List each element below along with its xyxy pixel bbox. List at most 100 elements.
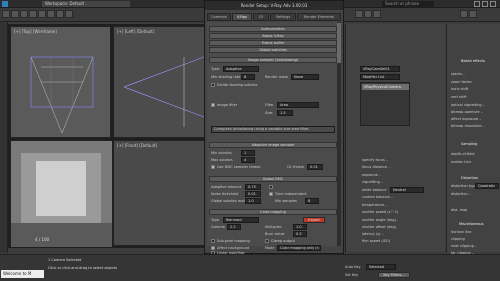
render-setup-icon[interactable] [355,10,363,18]
front-viewport[interactable]: [+] [Front] [Default] [113,140,207,246]
bokeh-header[interactable]: Bokeh effects [461,59,485,63]
filter-size-label: Size: [265,111,274,115]
image-filter-checkbox[interactable] [211,103,215,107]
cm-type-label: Type [211,218,220,222]
tab-settings[interactable]: Settings [270,13,296,21]
render-icon[interactable] [373,10,381,18]
clr-thresh-field[interactable]: 0.01 [307,164,323,170]
lock-icon[interactable] [269,185,273,189]
multiplier-field[interactable]: 1.0 [293,224,307,230]
rollout-color-mapping[interactable]: Color mapping [209,209,337,215]
object-name-field[interactable]: VRayCamSel01 [360,66,400,72]
modifier-list-dropdown[interactable]: Modifier List [360,74,400,80]
set-key-label[interactable]: Set Key [345,273,358,277]
distortion-type-dropdown[interactable]: Quadratic [475,183,499,189]
param-label: white balance [362,188,387,192]
left-viewport[interactable]: [+] [Left] [Default] [113,26,207,138]
param-label: horiz shift [451,87,469,91]
misc-header[interactable]: Miscellaneous [459,222,484,226]
filter-size-field[interactable]: 1.5 [277,110,293,116]
app-logo-icon[interactable] [2,1,8,7]
min-samples-field[interactable]: 8 [305,198,319,204]
side-wireframe [123,56,205,127]
time-independent-checkbox[interactable] [269,192,273,196]
render-mask-dropdown[interactable]: None [291,74,319,80]
global-subdivs-field[interactable]: 1.0 [245,198,261,204]
global-subdivs-label: Global subdivs mult [211,199,246,203]
divide-shading-checkbox[interactable] [211,83,215,87]
auto-key-label[interactable]: Auto Key [345,265,361,269]
tab-gi[interactable]: GI [253,13,269,21]
modifier-stack: VRayPhysicalCamera [360,82,410,126]
redo-icon[interactable] [11,10,19,18]
dialog-scrollbar-thumb[interactable] [337,23,341,63]
search-input[interactable]: Search or phrase [382,1,434,7]
dialog-title: Render Setup: V-Ray Adv 3.00.03 [205,1,343,10]
subpixel-checkbox[interactable] [211,239,215,243]
rollout-global-dmc[interactable]: Global DMC [209,176,337,182]
burn-field[interactable]: 0.5 [293,231,307,237]
selection-status: 1 Camera Selected [48,258,82,262]
dialog-body: Authorization About V-Ray Frame buffer G… [207,22,341,246]
white-balance-dropdown[interactable]: Neutral [390,187,424,193]
cm-type-dropdown[interactable]: Reinhard [223,217,259,223]
minimize-icon[interactable] [474,1,480,7]
render-setup-dialog: Render Setup: V-Ray Adv 3.00.03 Common V… [204,0,344,255]
dmc-thresh-checkbox[interactable] [211,165,215,169]
gamma-field[interactable]: 2.2 [227,224,241,230]
top-viewport[interactable]: [+] [Top] [Wireframe] [10,26,111,138]
maximize-icon[interactable] [482,1,488,7]
rollout-adaptive-sampler[interactable]: Adaptive image sampler [209,142,337,148]
mode-dropdown[interactable]: Color mapping only (n [277,245,321,251]
param-label: shutter angle (deg).. [362,218,399,222]
dist-map-label: dist. map [451,208,468,212]
min-shading-field[interactable]: 6 [241,74,255,80]
select-icon[interactable] [29,10,37,18]
max-subdivs-field[interactable]: 4 [241,157,255,163]
min-subdivs-field[interactable]: 1 [241,150,255,156]
noise-threshold-field[interactable]: 0.01 [245,191,261,197]
tab-vray[interactable]: V-Ray [232,13,252,21]
link-icon[interactable] [20,10,28,18]
modify-panel: VRayCamSel01 Modifier List VRayPhysicalC… [345,24,445,252]
rollout-about[interactable]: About V-Ray [209,33,337,39]
adaptive-amount-field[interactable]: 0.75 [245,184,261,190]
distortion-amount-label: distortion .. [451,192,472,196]
tab-common[interactable]: Common [207,13,231,21]
sampler-type-dropdown[interactable]: Adaptive [223,66,259,72]
filter-dropdown[interactable]: Area [277,102,319,108]
rollout-image-sampler[interactable]: Image sampler (Antialiasing) [209,57,337,63]
undo-icon[interactable] [2,10,10,18]
misc-item: near clipping .. [451,244,478,248]
material-editor-icon[interactable] [460,10,468,18]
affect-bg-checkbox[interactable] [211,246,215,250]
rollout-authorization[interactable]: Authorization [209,26,337,32]
distortion-header[interactable]: Distortion [461,176,478,180]
workspace-dropdown[interactable]: Workspace: Default [42,1,130,7]
tab-render-elements[interactable]: Render Elements [297,13,341,21]
camera-wireframe [30,56,94,134]
param-label: shutter offset (deg) [362,225,397,229]
filter-description: Computes Antialiasing using a variable s… [211,126,335,133]
sampler-type-label: Type: [211,67,221,71]
snap-icon[interactable] [65,10,73,18]
key-filters-button[interactable]: Key Filters... [378,272,410,278]
teapot-render-icon[interactable] [469,10,477,18]
rollout-global-switches[interactable]: Global switches [209,47,337,53]
rollout-frame-buffer[interactable]: Frame buffer [209,40,337,46]
selected-dropdown[interactable]: Selected [366,264,396,270]
min-subdivs-label: Min subdivs [211,151,232,155]
clamp-checkbox[interactable] [265,239,269,243]
camera-viewport[interactable]: [+] [Camera] [Default] 4 / 100 [10,140,112,247]
maxscript-listener[interactable]: Welcome to M [1,270,44,278]
left-command-strip [0,22,8,253]
viewport-label[interactable]: [+] [Front] [Default] [117,143,157,148]
sampling-header[interactable]: Sampling [461,142,477,146]
move-icon[interactable] [38,10,46,18]
expert-button[interactable]: Expert [303,217,325,223]
close-icon[interactable] [490,1,496,7]
scale-icon[interactable] [56,10,64,18]
stack-item[interactable]: VRayPhysicalCamera [362,84,409,90]
rotate-icon[interactable] [47,10,55,18]
render-frame-icon[interactable] [364,10,372,18]
